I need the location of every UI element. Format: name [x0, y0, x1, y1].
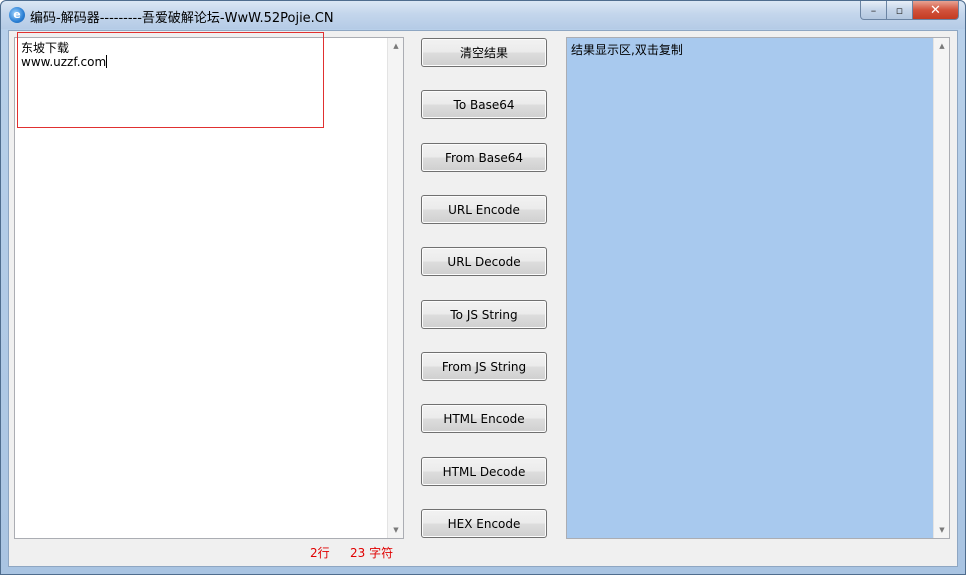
- window-controls: – ▫ ✕: [860, 1, 959, 21]
- result-scrollbar[interactable]: ▲ ▼: [933, 38, 949, 538]
- url-decode-button[interactable]: URL Decode: [421, 247, 547, 276]
- html-encode-button[interactable]: HTML Encode: [421, 404, 547, 433]
- minimize-button[interactable]: –: [860, 1, 887, 20]
- title-bar[interactable]: e 编码-解码器---------吾爱破解论坛-WwW.52Pojie.CN –…: [1, 1, 965, 29]
- app-window: e 编码-解码器---------吾爱破解论坛-WwW.52Pojie.CN –…: [0, 0, 966, 575]
- client-area: 东坡下载 www.uzzf.com ▲ ▼ 清空结果 To Base64 Fro…: [8, 30, 958, 567]
- input-scrollbar[interactable]: ▲ ▼: [387, 38, 403, 538]
- char-count: 23 字符: [350, 546, 394, 560]
- close-button[interactable]: ✕: [913, 1, 959, 20]
- line-count: 2行: [310, 546, 330, 560]
- scroll-down-arrow-icon[interactable]: ▼: [388, 522, 404, 538]
- result-textarea[interactable]: 结果显示区,双击复制 ▲ ▼: [566, 37, 950, 539]
- from-base64-button[interactable]: From Base64: [421, 143, 547, 172]
- highlight-box: [17, 32, 324, 128]
- window-title: 编码-解码器---------吾爱破解论坛-WwW.52Pojie.CN: [30, 11, 334, 26]
- result-text: 结果显示区,双击复制: [571, 43, 683, 57]
- to-base64-button[interactable]: To Base64: [421, 90, 547, 119]
- to-js-string-button[interactable]: To JS String: [421, 300, 547, 329]
- clear-result-button[interactable]: 清空结果: [421, 38, 547, 67]
- hex-encode-button[interactable]: HEX Encode: [421, 509, 547, 538]
- scroll-up-arrow-icon[interactable]: ▲: [934, 38, 950, 54]
- scroll-up-arrow-icon[interactable]: ▲: [388, 38, 404, 54]
- app-icon: e: [9, 7, 25, 23]
- maximize-button[interactable]: ▫: [887, 1, 913, 20]
- url-encode-button[interactable]: URL Encode: [421, 195, 547, 224]
- from-js-string-button[interactable]: From JS String: [421, 352, 547, 381]
- input-textarea[interactable]: 东坡下载 www.uzzf.com ▲ ▼: [14, 32, 404, 539]
- html-decode-button[interactable]: HTML Decode: [421, 457, 547, 486]
- scroll-down-arrow-icon[interactable]: ▼: [934, 522, 950, 538]
